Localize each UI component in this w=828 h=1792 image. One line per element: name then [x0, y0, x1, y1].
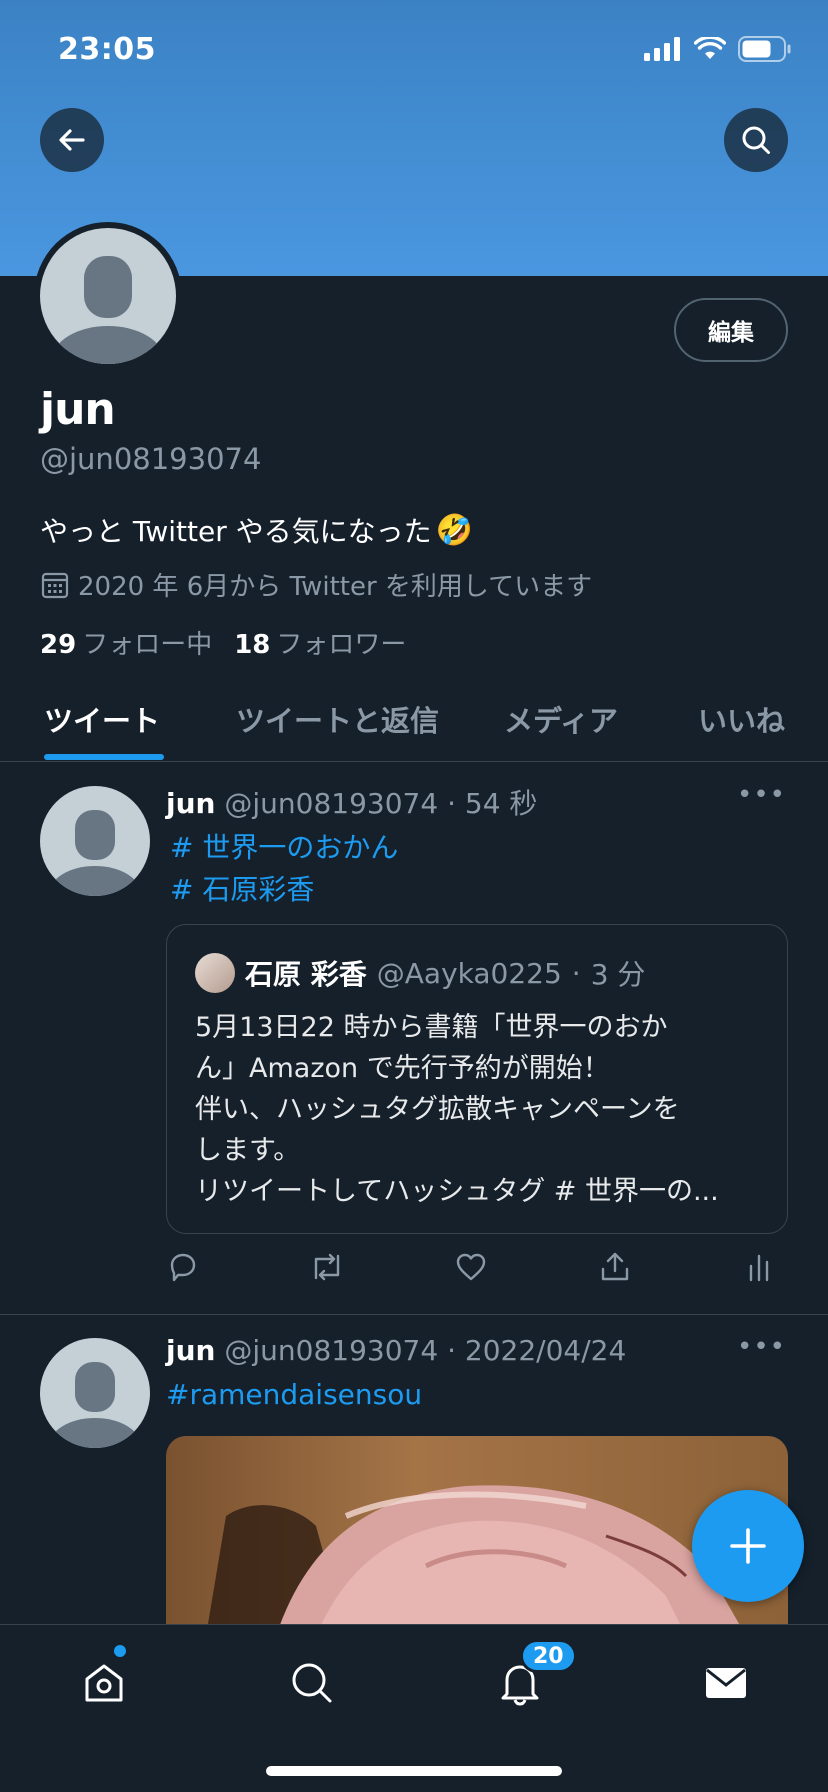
quoted-text-line: します。 [195, 1135, 301, 1166]
tab-media[interactable]: メディア [504, 698, 618, 740]
bio-text: やっと Twitter やる気になった [40, 515, 432, 548]
notifications-badge: 20 [520, 1639, 577, 1673]
quoted-time: 3 分 [590, 958, 646, 991]
bio-emoji: 🤣 [435, 512, 474, 548]
share-icon[interactable] [598, 1250, 632, 1284]
quoted-author-handle: @Aayka0225 [376, 956, 562, 990]
tweet-time: 54 秒 [464, 787, 538, 820]
tweet-author-handle: @jun08193074 [224, 1334, 439, 1367]
quoted-text-line: ん」Amazon で先行予約が開始！ [195, 1053, 610, 1084]
hashtag-link[interactable]: #ramendaisensou [166, 1378, 422, 1411]
default-avatar-icon [49, 810, 141, 896]
search-icon [742, 126, 770, 154]
tab-likes[interactable]: いいね [698, 698, 785, 740]
quoted-avatar [195, 953, 235, 993]
active-tab-indicator [44, 754, 164, 760]
battery-icon [738, 36, 791, 62]
quoted-text-line: リツイートしてハッシュタグ # 世界一の... [195, 1176, 719, 1207]
edit-profile-button[interactable]: 編集 [674, 298, 788, 362]
more-options-icon[interactable]: ••• [737, 780, 786, 810]
arrow-left-icon [59, 129, 85, 151]
joined-date: 2020 年 6月から Twitter を利用しています [40, 566, 592, 603]
quoted-text-line: 伴い、ハッシュタグ拡散キャンペーンを [195, 1094, 680, 1125]
status-bar: 23:05 [0, 0, 828, 100]
followers-link[interactable]: 18 フォロワー [234, 624, 406, 661]
tweet-author-handle: @jun08193074 [224, 787, 439, 820]
followers-label: フォロワー [276, 630, 407, 660]
tweet-time: 2022/04/24 [464, 1334, 627, 1367]
following-count: 29 [40, 630, 77, 660]
hashtag-link[interactable]: # 世界一のおかん [170, 826, 398, 866]
nav-search[interactable] [282, 1653, 342, 1713]
mail-icon [706, 1668, 746, 1698]
profile-handle: @jun08193074 [40, 442, 262, 476]
joined-text: 2020 年 6月から Twitter を利用しています [78, 572, 593, 602]
reply-icon[interactable] [166, 1250, 200, 1284]
default-avatar-icon [49, 1362, 141, 1448]
tweet-author-name[interactable]: jun [166, 1334, 215, 1367]
tweet-author-name[interactable]: jun [166, 787, 215, 820]
profile-avatar[interactable] [34, 222, 182, 370]
tab-tweets-and-replies[interactable]: ツイートと返信 [236, 698, 439, 740]
tweet-header: jun @jun08193074 · 54 秒 [166, 787, 538, 820]
wifi-icon [694, 37, 726, 59]
quoted-text-line: 5月13日22 時から書籍「世界一のおか [195, 1012, 668, 1043]
plus-icon [730, 1528, 766, 1564]
nav-messages[interactable] [696, 1653, 756, 1713]
status-icons [644, 36, 792, 62]
followers-count: 18 [234, 630, 271, 660]
quoted-tweet[interactable]: 石原 彩香 @Aayka0225 · 3 分 5月13日22 時から書籍「世界一のお… [166, 924, 788, 1234]
analytics-icon[interactable] [744, 1250, 774, 1284]
quoted-tweet-header: 石原 彩香 @Aayka0225 · 3 分 [195, 953, 645, 993]
nav-home[interactable] [74, 1653, 134, 1713]
search-icon [292, 1663, 332, 1703]
more-options-icon[interactable]: ••• [737, 1332, 786, 1362]
hashtag-link[interactable]: # 石原彩香 [170, 868, 314, 908]
search-button[interactable] [724, 108, 788, 172]
status-time: 23:05 [58, 32, 156, 67]
following-link[interactable]: 29 フォロー中 [40, 624, 212, 661]
back-button[interactable] [40, 108, 104, 172]
follow-stats: 29 フォロー中 18 フォロワー [40, 624, 406, 661]
profile-name: jun [40, 384, 116, 435]
tweet-actions [166, 1250, 776, 1290]
tweet-divider [0, 1314, 828, 1315]
profile-bio: やっと Twitter やる気になった 🤣 [40, 510, 473, 550]
calendar-icon [41, 572, 69, 598]
home-indicator [266, 1766, 562, 1776]
home-unread-dot [114, 1645, 126, 1657]
home-icon [85, 1664, 123, 1702]
default-avatar-icon [52, 256, 164, 364]
tweet-avatar[interactable] [40, 1338, 150, 1448]
tweet-avatar[interactable] [40, 786, 150, 896]
tweet-header: jun @jun08193074 · 2022/04/24 [166, 1334, 627, 1367]
cellular-signal-icon [644, 37, 680, 61]
tab-tweets[interactable]: ツイート [44, 698, 160, 740]
following-label: フォロー中 [82, 630, 213, 660]
profile-tabs: ツイート ツイートと返信 メディア いいね [0, 684, 828, 762]
like-icon[interactable] [454, 1250, 488, 1284]
compose-tweet-button[interactable] [692, 1490, 804, 1602]
quoted-author-name: 石原 彩香 [245, 958, 367, 991]
retweet-icon[interactable] [308, 1250, 346, 1284]
